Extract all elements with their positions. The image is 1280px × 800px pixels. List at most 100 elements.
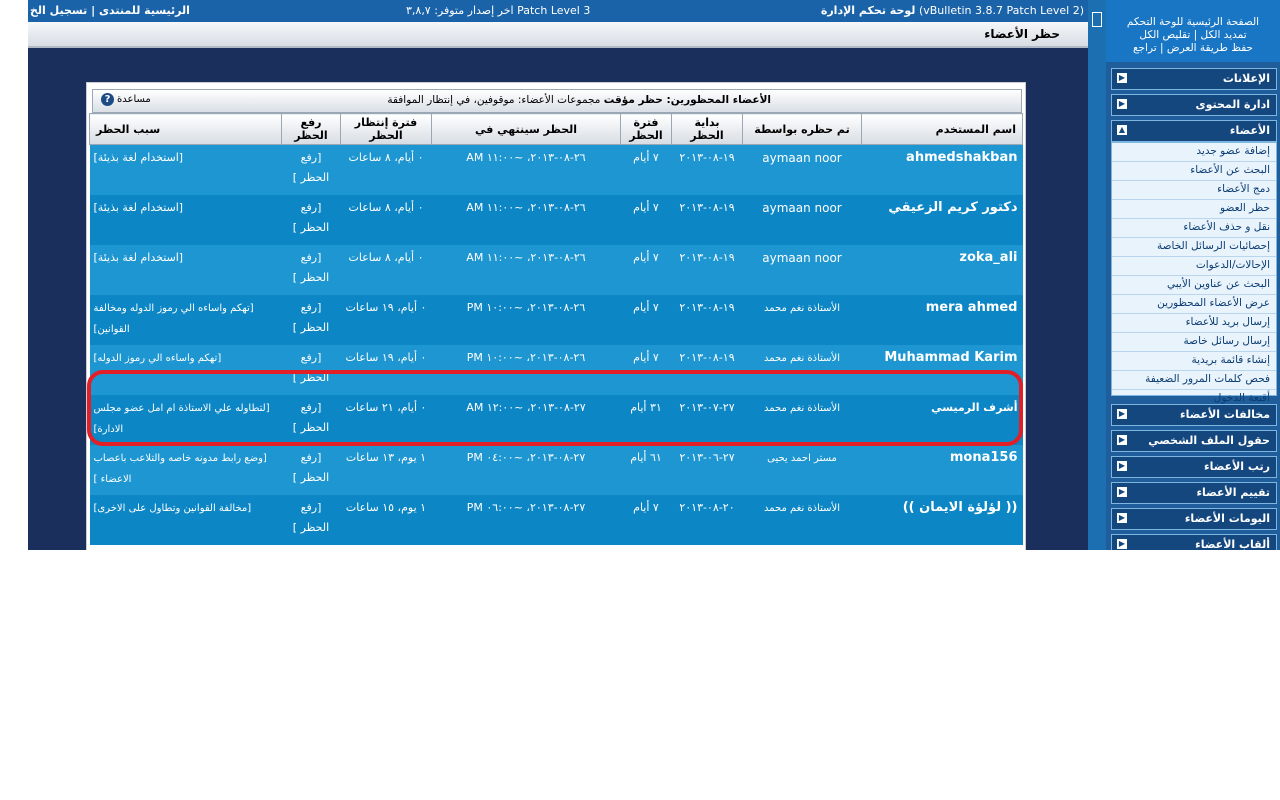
banned-by-link[interactable]: مستر احمد يحيى xyxy=(767,453,837,464)
collapse-all-link[interactable]: تقليص الكل xyxy=(1139,29,1190,41)
banned-by-link[interactable]: الأستاذة نغم محمد xyxy=(764,503,840,514)
save-view-link[interactable]: حفظ طريقة العرض xyxy=(1167,42,1253,54)
ban-reason-link[interactable]: [تهكم واساءه الي رموز الدوله] xyxy=(94,353,222,364)
ban-wait: ١ يوم، ١٥ ساعات xyxy=(340,495,432,545)
admin-cp-title: لوحة تحكم الإدارة (vBulletin 3.8.7 Patch… xyxy=(821,4,1084,17)
forum-home-link[interactable]: الرئيسية للمنتدى xyxy=(99,4,190,17)
username-link[interactable]: ahmedshakban xyxy=(906,150,1017,165)
expand-icon[interactable]: ▶ xyxy=(1117,409,1127,419)
ban-start: ٢٠-٠٨-٢٠١٣ xyxy=(671,495,743,545)
expand-icon[interactable]: ▶ xyxy=(1117,435,1127,445)
banned-by-link[interactable]: الأستاذة نغم محمد xyxy=(764,353,840,364)
sidebar-item-ip-search[interactable]: البحث عن عناوين الأيبي xyxy=(1112,276,1276,295)
banned-by-link[interactable]: aymaan noor xyxy=(762,151,842,165)
expand-icon[interactable]: ▶ xyxy=(1117,513,1127,523)
sidebar-item-pm-stats[interactable]: إحصائيات الرسائل الخاصة xyxy=(1112,238,1276,257)
logout-link[interactable]: تسجيل الخ xyxy=(30,4,87,17)
expand-icon[interactable]: ▶ xyxy=(1117,487,1127,497)
collapse-icon[interactable]: ▲ xyxy=(1117,125,1127,135)
sidebar-item-referrals[interactable]: الإحالات/الدعوات xyxy=(1112,257,1276,276)
col-banned-by: تم حظره بواسطة xyxy=(742,113,862,145)
ban-period: ٦١ أيام xyxy=(620,445,672,495)
admin-cp-label: لوحة تحكم الإدارة xyxy=(820,4,916,17)
username-link[interactable]: mona156 xyxy=(950,450,1018,465)
group-user-ranks[interactable]: ▶ رتب الأعضاء xyxy=(1111,456,1277,478)
expand-all-link[interactable]: تمديد الكل xyxy=(1201,29,1247,41)
lift-ban-link[interactable]: [رفع الحظر ] xyxy=(293,201,329,234)
username-link[interactable]: zoka_ali xyxy=(959,250,1017,265)
group-members[interactable]: ▲ الأعضاء xyxy=(1111,120,1277,142)
sidebar-item-search-members[interactable]: البحث عن الأعضاء xyxy=(1112,162,1276,181)
group-content-management[interactable]: ▶ ادارة المحتوى xyxy=(1111,94,1277,116)
table-row: zoka_ali aymaan noor ١٩-٠٨-٢٠١٣ ٧ أيام ٢… xyxy=(89,245,1023,295)
group-label: الإعلانات xyxy=(1222,72,1270,85)
group-label: مخالفات الأعضاء xyxy=(1180,408,1270,421)
ban-ends: ٢٦-٠٨-٢٠١٣، ~١١:٠٠ AM xyxy=(431,144,621,195)
sidebar-item-send-pm[interactable]: إرسال رسائل خاصة xyxy=(1112,333,1276,352)
sidebar-item-email-members[interactable]: إرسال بريد للأعضاء xyxy=(1112,314,1276,333)
expand-icon[interactable]: ▶ xyxy=(1117,73,1127,83)
col-ban-period: فترة الحظر xyxy=(620,113,672,145)
banned-users-panel: الأعضاء المحظورين: حظر مؤقت مجموعات الأع… xyxy=(86,82,1026,552)
revert-link[interactable]: تراجع xyxy=(1133,42,1157,54)
expand-icon[interactable]: ▶ xyxy=(1117,99,1127,109)
banned-by-link[interactable]: aymaan noor xyxy=(762,201,842,215)
help-link[interactable]: ? مساعدة xyxy=(101,93,151,106)
group-label: اليومات الأعضاء xyxy=(1184,512,1270,525)
ban-start: ١٩-٠٨-٢٠١٣ xyxy=(671,144,743,195)
ban-reason-link[interactable]: [تهكم واساءه الي رموز الدوله ومخالفة الق… xyxy=(94,303,254,335)
group-member-diaries[interactable]: ▶ اليومات الأعضاء xyxy=(1111,508,1277,530)
sidebar-header: الصفحة الرئيسية للوحة التحكم تمديد الكل … xyxy=(1106,0,1280,62)
sidebar-nav: الصفحة الرئيسية للوحة التحكم تمديد الكل … xyxy=(1106,0,1280,551)
cp-home-link[interactable]: الصفحة الرئيسية للوحة التحكم xyxy=(1106,16,1280,29)
ban-start: ١٩-٠٨-٢٠١٣ xyxy=(671,295,743,345)
group-reputation[interactable]: ▶ تقييم الأعضاء xyxy=(1111,482,1277,504)
lift-ban-link[interactable]: [رفع الحظر ] xyxy=(293,501,329,534)
group-announcements[interactable]: ▶ الإعلانات xyxy=(1111,68,1277,90)
ban-reason-link[interactable]: [استخدام لغة بذيئة] xyxy=(94,151,184,164)
table-title-bold: الأعضاء المحظورين: حظر مؤقت xyxy=(603,94,771,106)
highlight-annotation xyxy=(87,370,1023,446)
expand-icon[interactable]: ▶ xyxy=(1117,461,1127,471)
banned-by-link[interactable]: الأستاذة نغم محمد xyxy=(764,303,840,314)
table-row: دكتور كريم الزعيقي aymaan noor ١٩-٠٨-٢٠١… xyxy=(89,195,1023,245)
ban-reason-link[interactable]: [مخالفة القوانين وتطاول على الاخرى] xyxy=(94,503,252,514)
group-infractions[interactable]: ▶ مخالفات الأعضاء xyxy=(1111,404,1277,426)
lift-ban-link[interactable]: [رفع الحظر ] xyxy=(293,151,329,184)
ban-ends: ٢٦-٠٨-٢٠١٣، ~١٠:٠٠ PM xyxy=(431,295,621,345)
sidebar-item-banned-list[interactable]: عرض الأعضاء المحظورين xyxy=(1112,295,1276,314)
sidebar-item-ban-member[interactable]: حظر العضو xyxy=(1112,200,1276,219)
username-link[interactable]: Muhammad Karim xyxy=(884,350,1017,365)
expand-icon[interactable]: ▶ xyxy=(1117,539,1127,549)
banned-users-table: اسم المستخدم تم حظره بواسطة بداية الحظر … xyxy=(89,113,1023,545)
sidebar-item-merge-members[interactable]: دمج الأعضاء xyxy=(1112,181,1276,200)
ban-period: ٧ أيام xyxy=(620,295,672,345)
lift-ban-link[interactable]: [رفع الحظر ] xyxy=(293,301,329,334)
group-member-titles[interactable]: ▶ ألقاب الأعضاء xyxy=(1111,534,1277,551)
ban-reason-link[interactable]: [استخدام لغة بذيئة] xyxy=(94,201,184,214)
top-bar: لوحة تحكم الإدارة (vBulletin 3.8.7 Patch… xyxy=(28,0,1088,23)
group-label: حقول الملف الشخصي xyxy=(1148,434,1270,447)
ban-reason-link[interactable]: [وضع رابط مدونه خاصه والتلاعب باعصاب الا… xyxy=(94,453,267,485)
username-link[interactable]: دكتور كريم الزعيقي xyxy=(888,200,1017,215)
col-ban-wait: فترة إنتظار الحظر xyxy=(340,113,432,145)
lift-ban-link[interactable]: [رفع الحظر ] xyxy=(293,251,329,284)
frame-toggle-icon[interactable] xyxy=(1092,12,1102,27)
help-icon[interactable]: ? xyxy=(101,93,114,106)
ban-reason-link[interactable]: [استخدام لغة بذيئة] xyxy=(94,251,184,264)
lift-ban-link[interactable]: [رفع الحظر ] xyxy=(293,451,329,484)
sidebar-item-mailing-list[interactable]: إنشاء قائمة بريدية xyxy=(1112,352,1276,371)
frame-separator[interactable] xyxy=(1088,0,1106,550)
banned-by-link[interactable]: aymaan noor xyxy=(762,251,842,265)
page-title: حظر الأعضاء xyxy=(984,27,1060,41)
table-title-groups: مجموعات الأعضاء: موقوفين، في إنتظار المو… xyxy=(387,94,601,106)
group-label: ادارة المحتوى xyxy=(1195,98,1270,111)
group-profile-fields[interactable]: ▶ حقول الملف الشخصي xyxy=(1111,430,1277,452)
top-links-separator: | xyxy=(91,4,96,17)
sidebar-item-add-member[interactable]: إضافة عضو جديد xyxy=(1112,143,1276,162)
sidebar-item-weak-passwords[interactable]: فحص كلمات المرور الضعيفة xyxy=(1112,371,1276,390)
sidebar-item-move-prune[interactable]: نقل و حذف الأعضاء xyxy=(1112,219,1276,238)
username-link[interactable]: (( لؤلؤة الايمان )) xyxy=(903,500,1018,515)
username-link[interactable]: mera ahmed xyxy=(926,300,1018,315)
ban-wait: ٠ أيام، ٨ ساعات xyxy=(340,245,432,295)
